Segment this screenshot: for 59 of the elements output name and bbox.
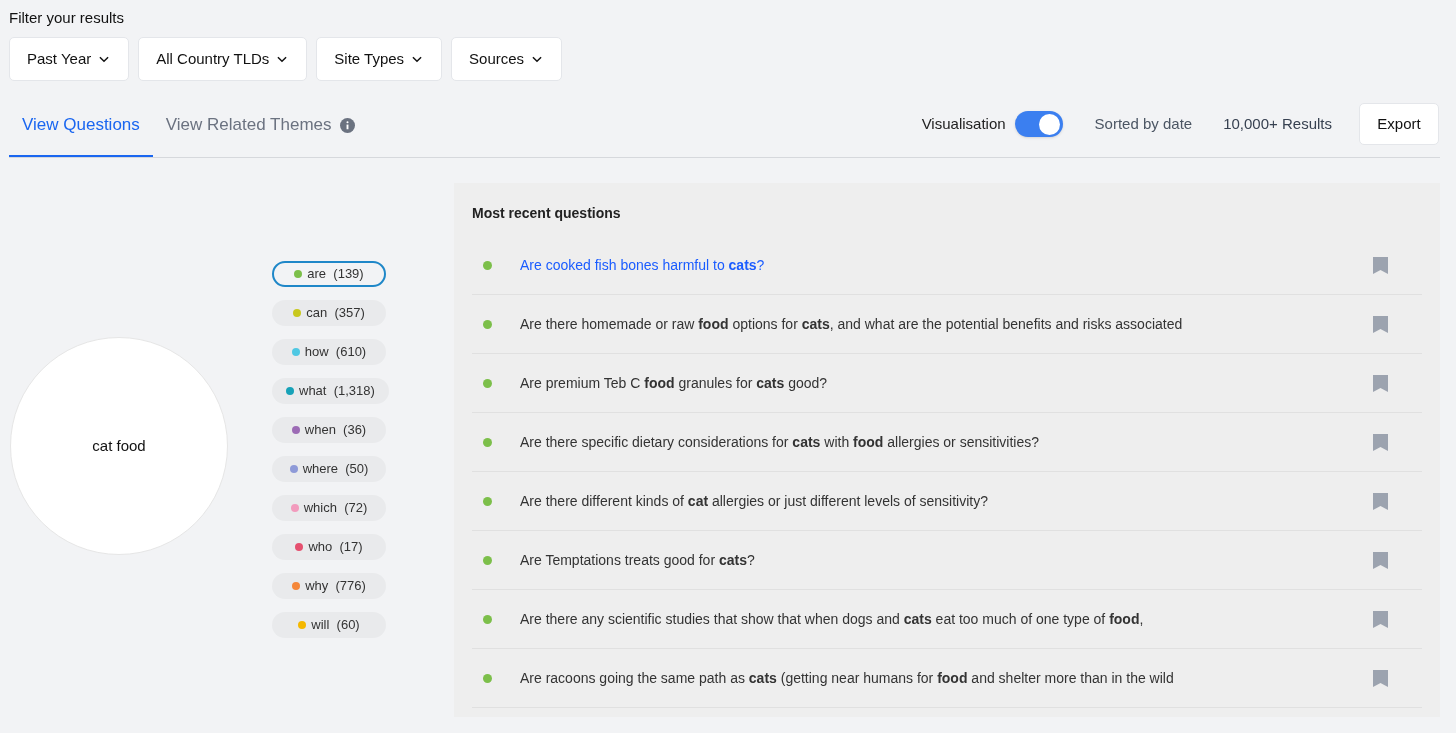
bookmark-icon[interactable] [1372,491,1389,511]
chip-label: where (50) [302,460,369,479]
sort-label: Sorted by date [1094,113,1193,134]
chip-label: when (36) [304,421,367,440]
question-text: Are racoons going the same path as cats (getting near humans for food and shelter more than in the wild [520,668,1175,688]
chip-label: what (1,318) [299,382,375,401]
question-text: Are there different kinds of cat allergies or just different levels of sensitivity? [520,491,989,511]
question-text: Are there homemade or raw food options for cats, and what are the potential benefits and risks associated [520,314,1184,334]
question-row[interactable]: Are there different kinds of cat allergies or just different levels of sensitivity? [472,472,1422,531]
question-row[interactable]: Are cooked fish bones harmful to cats? [472,236,1422,295]
view-tab[interactable]: View Questions [9,95,153,157]
bookmark-icon[interactable] [1372,609,1389,629]
bookmark-icon[interactable] [1372,314,1389,334]
chip-label: can (357) [306,304,365,323]
question-row[interactable]: Are there homemade or raw food options for cats, and what are the potential benefits and risks associated [472,295,1422,354]
chip-label: will (60) [311,616,360,635]
question-text: Are there any scientific studies that show that when dogs and cats eat too much of one type of food, [520,609,1145,629]
filter-dropdown[interactable]: Past Year [9,37,130,81]
chip-label: are (139) [307,265,364,284]
question-text: Are there specific dietary considerations for cats with food allergies or sensitivities? [520,432,1041,452]
question-word-chip[interactable]: where (50) [272,456,386,482]
view-tab[interactable]: View Related Themes [152,95,368,157]
question-word-chip[interactable]: why (776) [272,573,386,599]
chip-label: who (17) [308,538,363,557]
visualisation-label: Visualisation [921,113,1006,134]
filter-dropdown[interactable]: Site Types [316,37,443,81]
topic-label: cat food [92,435,146,456]
question-word-chip[interactable]: how (610) [272,339,386,365]
chip-label: why (776) [305,577,366,596]
question-row[interactable]: Are there specific dietary considerations for cats with food allergies or sensitivities? [472,413,1422,472]
info-icon [339,117,355,133]
question-word-chip[interactable]: will (60) [272,612,386,638]
question-text: Are Temptations treats good for cats? [520,550,756,570]
question-word-chip[interactable]: are (139) [272,261,386,287]
question-row[interactable]: Are there any scientific studies that show that when dogs and cats eat too much of one type of food, [472,590,1422,649]
filter-title: Filter your results [9,8,126,28]
visualisation-toggle[interactable] [1014,111,1063,137]
chip-label: which (72) [303,499,368,518]
question-word-chip[interactable]: who (17) [272,534,386,560]
bookmark-icon[interactable] [1372,255,1389,275]
chip-label: how (610) [304,343,367,362]
question-word-chip[interactable]: can (357) [272,300,386,326]
bookmark-icon[interactable] [1372,668,1389,688]
question-row[interactable]: Are racoons going the same path as cats (getting near humans for food and shelter more than in the wild [472,649,1422,708]
bookmark-icon[interactable] [1372,373,1389,393]
bookmark-icon[interactable] [1372,550,1389,570]
question-text: Are premium Teb C food granules for cats good? [520,373,829,393]
export-button[interactable]: Export [1359,103,1439,145]
question-row[interactable]: Are premium Teb C food granules for cats good? [472,354,1422,413]
question-row[interactable]: Are Temptations treats good for cats? [472,531,1422,590]
question-word-chip[interactable]: what (1,318) [272,378,389,404]
question-text: Are cooked fish bones harmful to cats? [520,255,766,275]
question-word-chip[interactable]: which (72) [272,495,386,521]
results-count: 10,000+ Results [1223,113,1332,134]
filter-dropdown[interactable]: Sources [451,37,563,81]
question-word-chip[interactable]: when (36) [272,417,386,443]
bookmark-icon[interactable] [1372,432,1389,452]
panel-title: Most recent questions [472,204,622,223]
filter-dropdown[interactable]: All Country TLDs [138,37,308,81]
